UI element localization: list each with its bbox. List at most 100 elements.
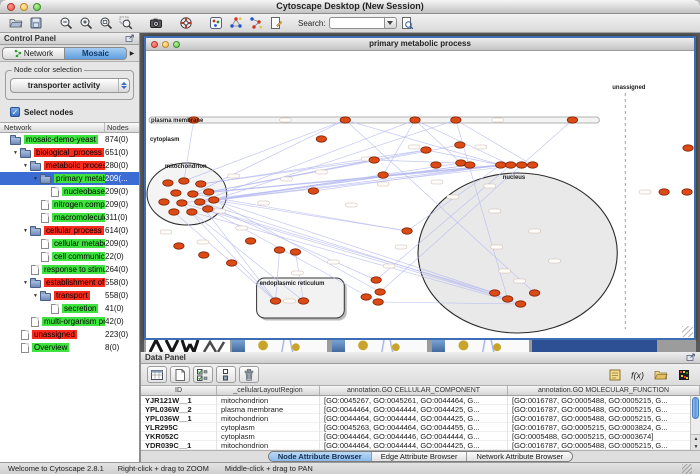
zoom-in-button[interactable] bbox=[76, 15, 96, 32]
zoom-out-icon bbox=[59, 16, 73, 30]
search-input[interactable] bbox=[329, 17, 385, 29]
column-cellular-layout-region[interactable]: _cellularLayoutRegion bbox=[217, 386, 320, 395]
folder-icon bbox=[30, 163, 41, 171]
clipped-label-glyphs bbox=[146, 340, 230, 352]
tree-row[interactable]: ▼metabolic process280(0) bbox=[0, 159, 139, 172]
tree-row[interactable]: cellular metabo209(0) bbox=[0, 237, 139, 250]
background-windows-strip bbox=[144, 340, 696, 352]
folder-icon bbox=[20, 150, 31, 158]
help-button[interactable] bbox=[176, 15, 196, 32]
vizmapper-icon bbox=[209, 16, 223, 30]
layout-organic-icon bbox=[249, 16, 263, 30]
window-titlebar[interactable]: Cytoscape Desktop (New Session) bbox=[0, 0, 700, 14]
tree-row[interactable]: ▼primary metabol209(... bbox=[0, 172, 139, 185]
data-panel-toolbar: f(x) bbox=[141, 364, 700, 386]
report-button[interactable] bbox=[605, 366, 625, 383]
vizmapper-button[interactable] bbox=[206, 15, 226, 32]
scrollbar-arrows[interactable]: ▲▼ bbox=[691, 434, 700, 450]
column-go-cellular-component[interactable]: annotation.GO CELLULAR_COMPONENT bbox=[320, 386, 508, 395]
tree-row[interactable]: mosaic-demo-yeast874(0) bbox=[0, 133, 139, 146]
new-attribute-button[interactable] bbox=[170, 366, 190, 383]
tree-row[interactable]: Overview8(0) bbox=[0, 341, 139, 354]
tree-row[interactable]: nitrogen compo209(0) bbox=[0, 198, 139, 211]
tab-node-attribute-browser[interactable]: Node Attribute Browser bbox=[269, 452, 372, 461]
zoom-fit-button[interactable] bbox=[96, 15, 116, 32]
float-window-icon bbox=[686, 353, 696, 362]
tree-row[interactable]: ▼establishment of lo558(0) bbox=[0, 276, 139, 289]
data-panel-float-button[interactable] bbox=[686, 353, 696, 362]
data-panel-title: Data Panel bbox=[145, 353, 186, 362]
tab-network-attribute-browser[interactable]: Network Attribute Browser bbox=[467, 452, 572, 461]
scrollbar-thumb[interactable] bbox=[692, 397, 699, 419]
window-title: Cytoscape Desktop (New Session) bbox=[0, 1, 700, 11]
tree-column-nodes[interactable]: Nodes bbox=[105, 123, 139, 132]
snapshot-button[interactable] bbox=[146, 15, 166, 32]
tree-row[interactable]: secretion41(0) bbox=[0, 302, 139, 315]
search-options-button[interactable] bbox=[385, 17, 397, 29]
background-window-preview[interactable] bbox=[345, 340, 427, 352]
background-window-preview[interactable] bbox=[245, 340, 327, 352]
window-resize-grip[interactable] bbox=[682, 326, 693, 337]
tab-overflow-arrow[interactable]: ▶ bbox=[127, 50, 137, 57]
table-scrollbar[interactable]: ▲▼ bbox=[690, 396, 700, 450]
layout-organic-button[interactable] bbox=[246, 15, 266, 32]
background-window-border[interactable] bbox=[532, 340, 657, 352]
background-window-preview[interactable] bbox=[445, 340, 529, 352]
tree-row[interactable]: ▼biological_process651(0) bbox=[0, 146, 139, 159]
delete-attribute-button[interactable] bbox=[239, 366, 259, 383]
resize-grip-icon[interactable] bbox=[682, 464, 692, 474]
enhanced-search-button[interactable] bbox=[397, 15, 417, 32]
tree-row[interactable]: ▼transport558(0) bbox=[0, 289, 139, 302]
tree-row[interactable]: nucleobase-209(0) bbox=[0, 185, 139, 198]
tree-row[interactable]: multi-organism pro42(0) bbox=[0, 315, 139, 328]
tree-row[interactable]: ▼cellular process614(0) bbox=[0, 224, 139, 237]
tab-network[interactable]: Network bbox=[2, 47, 65, 60]
select-nodes-row: ✓ Select nodes bbox=[0, 104, 139, 122]
browser-tabs: Node Attribute BrowserEdge Attribute Bro… bbox=[268, 451, 573, 462]
lifebuoy-icon bbox=[179, 16, 193, 30]
page-icon bbox=[41, 239, 49, 249]
tree-row[interactable]: cell communicat22(0) bbox=[0, 250, 139, 263]
layout-ring-button[interactable] bbox=[226, 15, 246, 32]
network-canvas[interactable]: plasma membranecytoplasmmitochondrionnuc… bbox=[146, 51, 694, 338]
tab-edge-attribute-browser[interactable]: Edge Attribute Browser bbox=[372, 452, 468, 461]
column-id[interactable]: ID bbox=[141, 386, 217, 395]
tab-mosaic[interactable]: Mosaic bbox=[65, 47, 127, 60]
tree-row[interactable]: response to stimul264(0) bbox=[0, 263, 139, 276]
zoom-out-button[interactable] bbox=[56, 15, 76, 32]
attribute-select-button[interactable] bbox=[147, 366, 167, 383]
select-nodes-checkbox[interactable]: ✓ bbox=[10, 107, 20, 117]
page-icon bbox=[31, 265, 39, 275]
attribute-batch-select-button[interactable] bbox=[193, 366, 213, 383]
column-go-molecular-function[interactable]: annotation.GO MOLECULAR_FUNCTION bbox=[508, 386, 700, 395]
open-session-button[interactable] bbox=[6, 15, 26, 32]
table-row[interactable]: YDR039C__1mitochondrion[GO:0044464, GO:0… bbox=[141, 441, 690, 450]
network-window-titlebar[interactable]: primary metabolic process bbox=[146, 38, 694, 51]
function-builder-button[interactable]: f(x) bbox=[628, 366, 648, 383]
layout-ring-icon bbox=[229, 16, 243, 30]
float-panel-button[interactable] bbox=[125, 34, 135, 43]
scroll-down-icon[interactable]: ▼ bbox=[694, 444, 699, 450]
save-icon bbox=[29, 16, 43, 30]
clipped-window-fragment[interactable] bbox=[146, 340, 230, 352]
page-icon bbox=[41, 252, 49, 262]
zoom-hint: Right-click + drag to ZOOM bbox=[118, 464, 209, 473]
annotation-button[interactable] bbox=[266, 15, 286, 32]
page-icon bbox=[51, 187, 59, 197]
tree-row[interactable]: macromolecule311(0) bbox=[0, 211, 139, 224]
attribute-matrix-button[interactable] bbox=[674, 366, 694, 383]
attribute-unselect-button[interactable] bbox=[216, 366, 236, 383]
scroll-up-icon[interactable]: ▲ bbox=[694, 436, 699, 442]
import-attributes-button[interactable] bbox=[651, 366, 671, 383]
background-window-titlebar[interactable] bbox=[432, 340, 445, 352]
save-session-button[interactable] bbox=[26, 15, 46, 32]
zoom-selected-button[interactable] bbox=[116, 15, 136, 32]
tree-column-network[interactable]: Network bbox=[0, 123, 105, 132]
tree-row[interactable]: unassigned223(0) bbox=[0, 328, 139, 341]
network-window[interactable]: primary metabolic process plasma membran… bbox=[144, 36, 696, 340]
background-window-titlebar[interactable] bbox=[332, 340, 345, 352]
network-tree: mosaic-demo-yeast874(0)▼biological_proce… bbox=[0, 133, 139, 462]
background-window-titlebar[interactable] bbox=[232, 340, 245, 352]
float-window-icon bbox=[125, 34, 135, 43]
node-color-dropdown[interactable]: transporter activity bbox=[10, 78, 130, 93]
